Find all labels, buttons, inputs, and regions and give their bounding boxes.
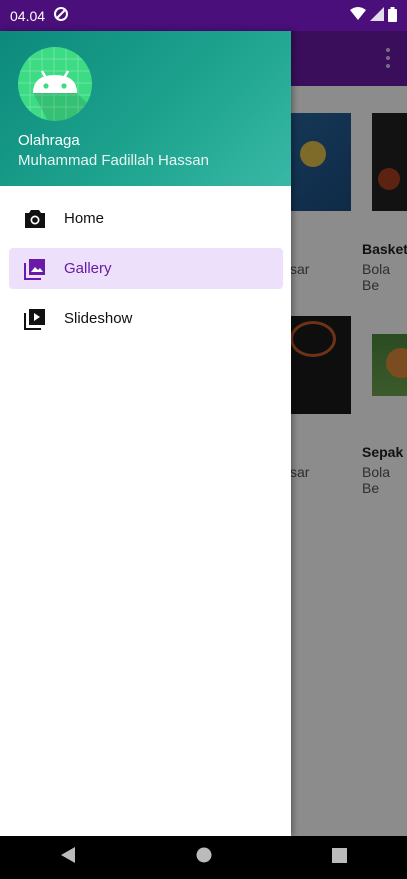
system-nav-bar (0, 836, 407, 879)
menu-item-gallery[interactable]: Gallery (9, 248, 283, 289)
drawer-header: Olahraga Muhammad Fadillah Hassan (0, 31, 291, 186)
menu-item-label: Gallery (64, 260, 112, 277)
gallery-icon (23, 257, 47, 281)
slideshow-icon (23, 307, 47, 331)
android-logo-icon (18, 47, 92, 121)
navigation-drawer: Olahraga Muhammad Fadillah Hassan Home G… (0, 31, 291, 836)
back-icon[interactable] (60, 846, 76, 869)
camera-icon (23, 207, 47, 231)
menu-item-slideshow[interactable]: Slideshow (9, 298, 283, 339)
drawer-menu: Home Gallery Slideshow (0, 198, 291, 348)
menu-item-label: Home (64, 210, 105, 227)
drawer-header-subtitle: Muhammad Fadillah Hassan (18, 152, 209, 169)
wifi-icon (350, 7, 366, 24)
drawer-header-title: Olahraga (18, 132, 80, 149)
data-saver-icon (53, 6, 69, 25)
status-time: 04.04 (10, 7, 46, 24)
menu-item-label: Slideshow (64, 310, 133, 327)
battery-icon (388, 6, 397, 25)
home-icon[interactable] (196, 847, 212, 868)
signal-icon (370, 7, 384, 24)
status-bar: 04.04 (0, 0, 407, 31)
menu-item-home[interactable]: Home (9, 198, 283, 239)
recents-icon[interactable] (332, 847, 347, 868)
